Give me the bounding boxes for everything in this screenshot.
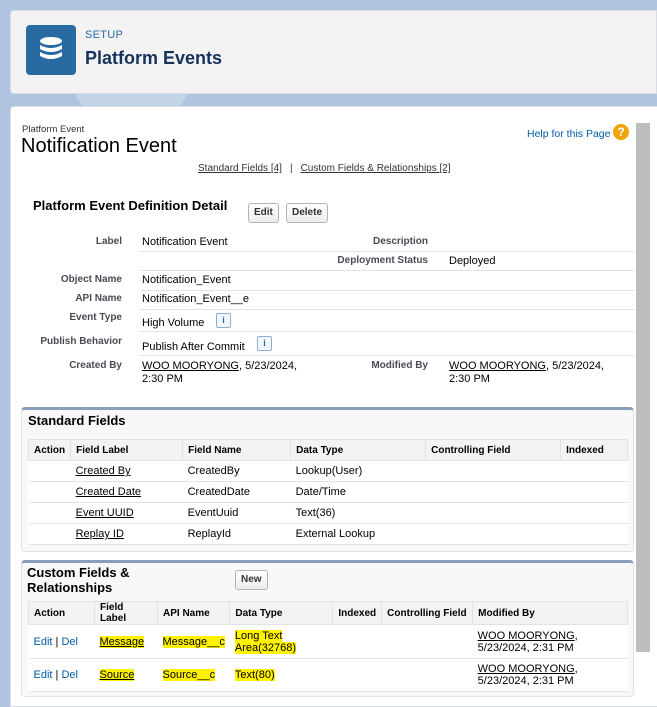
- column-header: Data Type: [229, 601, 334, 625]
- help-icon[interactable]: ?: [613, 124, 629, 140]
- table-row: Event UUID EventUuid Text(36): [28, 502, 628, 524]
- column-header: Field Label: [70, 439, 184, 461]
- field-label-link[interactable]: Created Date: [76, 486, 141, 498]
- event-type-value: High Volume: [142, 317, 205, 329]
- delete-button[interactable]: Delete: [286, 203, 329, 223]
- field-label-link[interactable]: Source: [100, 669, 135, 681]
- table-row: Replay ID ReplayId External Lookup: [28, 523, 628, 545]
- column-header: Controlling Field: [381, 601, 474, 625]
- setup-label: SETUP: [85, 29, 124, 41]
- modified-by-user-link[interactable]: WOO MOORYONG: [478, 663, 575, 675]
- standard-fields-link[interactable]: Standard Fields [4]: [198, 163, 282, 174]
- event-type-label: Event Type: [69, 312, 122, 323]
- api-name-label: API Name: [75, 293, 122, 304]
- deployment-status-value: Deployed: [449, 255, 496, 267]
- modified-by-user-link[interactable]: WOO MOORYONG: [449, 360, 546, 372]
- column-header: Action: [28, 601, 95, 625]
- api-name-value: Notification_Event__e: [142, 293, 250, 305]
- standard-fields-title: Standard Fields: [28, 413, 126, 428]
- table-row: Created By CreatedBy Lookup(User): [28, 460, 628, 482]
- header-title: Platform Events: [85, 48, 223, 68]
- column-header: Controlling Field: [425, 439, 562, 461]
- label-value: Notification Event: [142, 236, 228, 248]
- column-header: Indexed: [332, 601, 383, 625]
- custom-fields-title: Custom Fields & Relationships: [27, 565, 130, 595]
- table-row: Edit | Del Message Message__c Long Text …: [28, 624, 628, 659]
- new-field-button[interactable]: New: [235, 570, 268, 590]
- column-header: Action: [27, 439, 72, 461]
- field-label-link[interactable]: Event UUID: [76, 507, 134, 519]
- object-name-value: Notification_Event: [142, 274, 231, 286]
- help-link[interactable]: Help for this Page: [527, 128, 610, 140]
- label-label: Label: [95, 236, 122, 247]
- info-icon[interactable]: i: [257, 336, 272, 351]
- page-title: Notification Event: [21, 135, 177, 157]
- database-icon: [26, 25, 76, 75]
- column-header: Data Type: [290, 439, 427, 461]
- modified-by-label: Modified By: [371, 360, 428, 371]
- edit-button[interactable]: Edit: [248, 203, 279, 223]
- edit-link[interactable]: Edit: [34, 669, 53, 681]
- created-by-label: Created By: [69, 360, 122, 371]
- edit-link[interactable]: Edit: [34, 636, 53, 648]
- column-header: API Name: [156, 601, 231, 625]
- publish-behavior-value: Publish After Commit: [142, 341, 245, 353]
- column-header: Indexed: [560, 439, 628, 461]
- deployment-status-label: Deployment Status: [337, 255, 428, 266]
- standard-fields-table: Action Field Label Field Name Data Type …: [27, 439, 628, 545]
- page-header: SETUP Platform Events: [10, 10, 657, 94]
- field-label-link[interactable]: Message: [100, 636, 145, 648]
- column-header: Modified By: [472, 601, 628, 625]
- modified-by-value: WOO MOORYONG, 5/23/2024, 2:30 PM: [449, 360, 605, 385]
- info-icon[interactable]: i: [216, 313, 231, 328]
- delete-link[interactable]: Del: [61, 636, 78, 648]
- table-row: Edit | Del Source Source__c Text(80) WOO…: [28, 658, 628, 692]
- delete-link[interactable]: Del: [61, 669, 78, 681]
- column-header: Field Name: [182, 439, 292, 461]
- column-header: Field Label: [94, 601, 158, 625]
- modified-by-user-link[interactable]: WOO MOORYONG: [478, 630, 575, 642]
- section-links: Standard Fields [4] | Custom Fields & Rela…: [198, 163, 451, 174]
- object-name-label: Object Name: [60, 274, 122, 285]
- field-label-link[interactable]: Created By: [76, 465, 131, 477]
- scrollbar[interactable]: [636, 123, 650, 652]
- object-type-label: Platform Event: [22, 124, 85, 135]
- custom-fields-table: Action Field Label API Name Data Type In…: [28, 601, 628, 692]
- created-by-value: WOO MOORYONG, 5/23/2024, 2:30 PM: [142, 360, 298, 385]
- table-row: Created Date CreatedDate Date/Time: [28, 481, 628, 503]
- description-label: Description: [372, 236, 428, 247]
- detail-section-title: Platform Event Definition Detail: [33, 198, 228, 213]
- created-by-user-link[interactable]: WOO MOORYONG: [142, 360, 239, 372]
- publish-behavior-label: Publish Behavior: [40, 336, 122, 347]
- custom-fields-link[interactable]: Custom Fields & Relationships [2]: [301, 163, 451, 174]
- field-label-link[interactable]: Replay ID: [76, 528, 124, 540]
